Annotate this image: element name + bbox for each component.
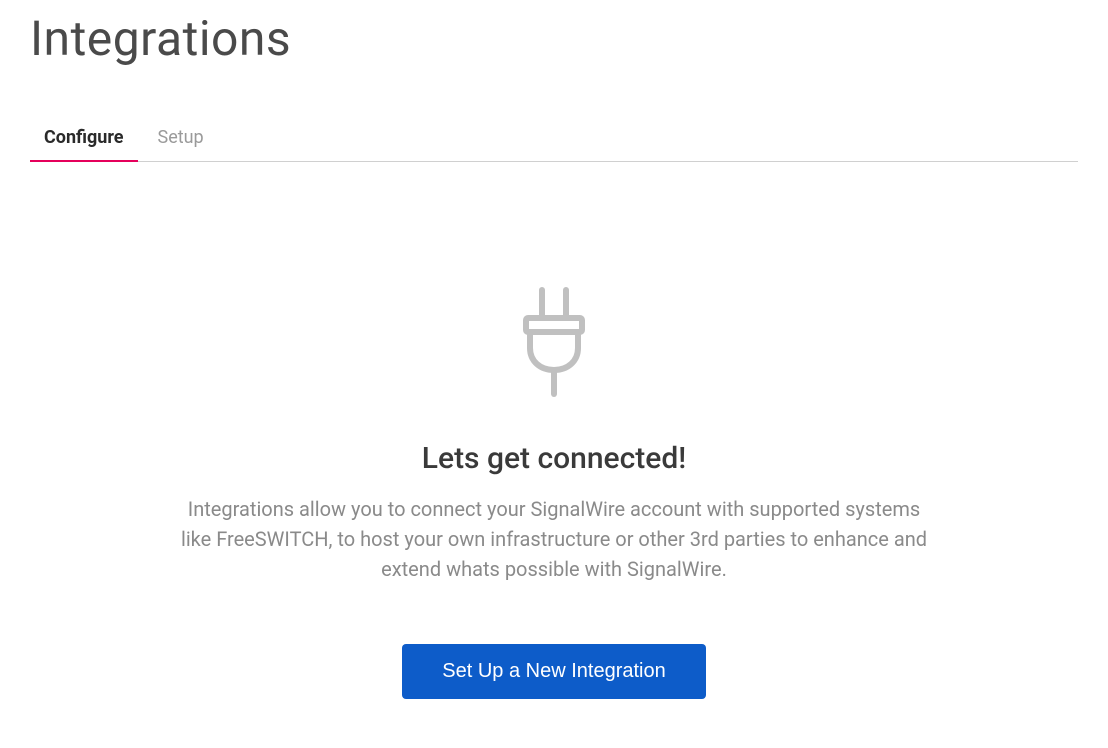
tab-setup[interactable]: Setup (138, 117, 224, 162)
page-title: Integrations (30, 10, 1078, 67)
tab-bar: Configure Setup (30, 117, 1078, 162)
empty-state-description: Integrations allow you to connect your S… (174, 494, 934, 584)
empty-state-heading: Lets get connected! (422, 441, 686, 476)
plug-icon (494, 282, 614, 406)
empty-state: Lets get connected! Integrations allow y… (30, 162, 1078, 699)
tab-configure[interactable]: Configure (30, 117, 138, 162)
setup-new-integration-button[interactable]: Set Up a New Integration (402, 644, 705, 699)
